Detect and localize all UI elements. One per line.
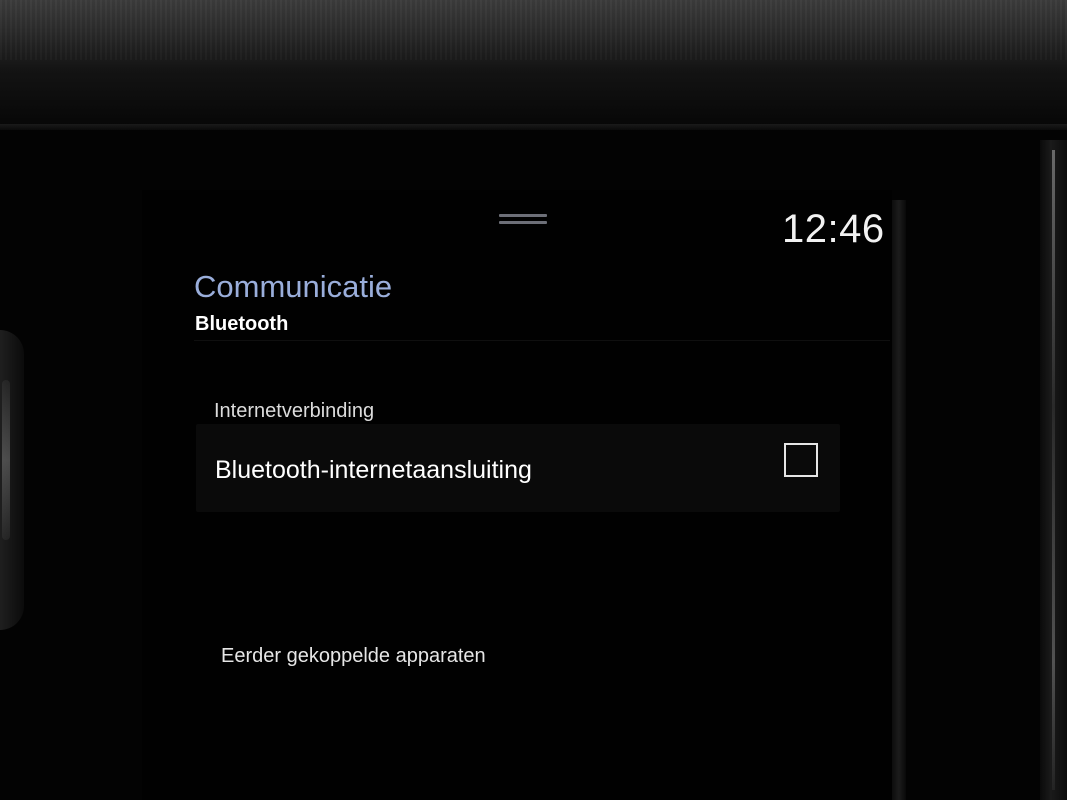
setting-label: Bluetooth-internetaansluiting: [215, 456, 532, 484]
header-divider: [194, 340, 890, 341]
dashboard-surface: [0, 0, 1067, 130]
bezel-edge: [0, 124, 1067, 130]
handle-bar-bottom: [499, 221, 547, 224]
handle-bar-top: [499, 214, 547, 217]
page-title: Communicatie: [194, 269, 393, 304]
setting-row-bluetooth-internet[interactable]: Bluetooth-internetaansluiting: [196, 424, 840, 512]
page-subtitle: Bluetooth: [195, 313, 289, 335]
paired-devices-item[interactable]: Eerder gekoppelde apparaten: [221, 642, 486, 670]
left-trim-highlight: [2, 380, 10, 540]
right-frame-highlight: [1052, 150, 1055, 790]
screen-bezel-right: [892, 200, 906, 800]
car-infotainment-photo: 12:46 Communicatie Bluetooth Internetver…: [0, 0, 1067, 800]
checkbox-unchecked-icon[interactable]: [784, 443, 818, 477]
drag-handle-icon[interactable]: [499, 214, 547, 228]
status-clock: 12:46: [782, 207, 885, 251]
section-label-internet: Internetverbinding: [214, 400, 375, 422]
